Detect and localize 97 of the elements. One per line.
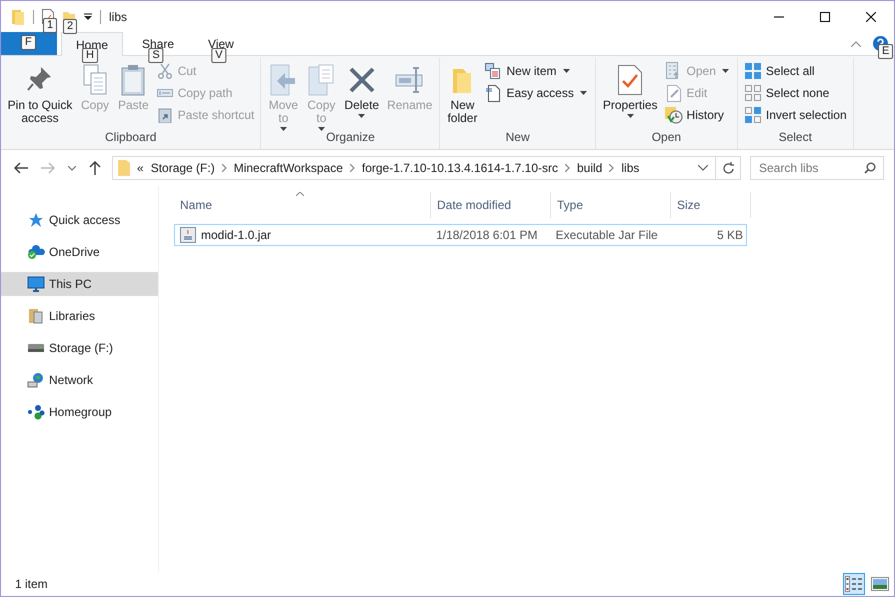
keytip: 2: [63, 18, 78, 34]
breadcrumb[interactable]: Storage (F:): [150, 161, 215, 175]
ribbon-button[interactable]: New folder: [443, 58, 482, 128]
star-icon: [28, 212, 44, 228]
move-icon: [269, 64, 298, 96]
address-bar[interactable]: « Storage (F:) MinecraftWorkspace forge-1.7.10-10.13.4.1614-1.7.10-src build libs: [112, 156, 741, 180]
file-row[interactable]: modid-1.0.jar 1/18/2018 6:01 PM Executable Jar File 5 KB: [174, 224, 747, 246]
select-all-icon: [744, 63, 761, 79]
group-label: Open: [652, 130, 682, 146]
ribbon-button[interactable]: Properties: [598, 58, 662, 123]
monitor-icon: [27, 276, 45, 292]
network-icon: [27, 372, 45, 388]
dropdown-caret-icon: [318, 127, 325, 131]
table-cell-text: 5 KB: [716, 228, 744, 242]
search-field[interactable]: Search libs: [750, 156, 884, 180]
scissors-icon: [156, 63, 173, 79]
group-label: New: [506, 130, 530, 146]
shortcut-icon: [156, 107, 173, 123]
library-icon: [28, 308, 44, 324]
cloud-icon: [27, 244, 45, 260]
chevron-icon[interactable]: [609, 164, 614, 172]
keytip: V: [211, 48, 227, 63]
large-icons-view-icon: [871, 577, 889, 591]
dropdown-caret-icon: [626, 114, 634, 118]
table-cell-text: Executable Jar File: [554, 228, 659, 242]
homegroup-icon: [27, 404, 45, 420]
keytip: H: [82, 48, 98, 63]
customize-toolbar-icon[interactable]: [84, 12, 92, 20]
ribbon-button[interactable]: Select none: [740, 82, 850, 104]
select-none-icon: [744, 85, 761, 101]
dropdown-caret-icon: [580, 91, 587, 95]
dropdown-icon[interactable]: [698, 165, 708, 171]
ribbon-button[interactable]: Invert selection: [740, 104, 850, 126]
clipboard-icon: [120, 64, 146, 96]
search-icon[interactable]: [864, 162, 876, 174]
group-label: Select: [778, 130, 812, 146]
jar-file-icon: [180, 227, 196, 243]
delete-icon: [348, 66, 376, 94]
ribbon-button[interactable]: Pin to Quick access: [4, 58, 76, 128]
breadcrumb[interactable]: libs: [621, 161, 640, 175]
details-view-button[interactable]: [843, 573, 865, 595]
breadcrumb[interactable]: build: [577, 161, 602, 175]
chevron-icon[interactable]: [565, 164, 570, 172]
edit-icon: [666, 84, 682, 102]
file-name: modid-1.0.jar: [201, 228, 272, 242]
group-label: Organize: [326, 130, 375, 146]
column-header[interactable]: Date modified: [431, 192, 551, 218]
collapse-ribbon-icon[interactable]: [851, 40, 861, 46]
dropdown-caret-icon: [358, 114, 366, 118]
new-item-icon: [485, 63, 502, 79]
nav-item[interactable]: This PC: [1, 272, 158, 296]
nav-item[interactable]: Network: [1, 368, 158, 392]
group-label: Clipboard: [105, 130, 156, 146]
ribbon-button[interactable]: New item: [481, 60, 592, 82]
ribbon-button[interactable]: Easy access: [481, 82, 592, 104]
keytip: S: [148, 48, 164, 63]
history-icon: [664, 106, 683, 124]
dropdown-caret-icon: [562, 69, 570, 73]
recent-locations-icon[interactable]: [68, 166, 76, 170]
copy-to-icon: [307, 64, 336, 96]
dropdown-caret-icon: [280, 127, 287, 131]
nav-item[interactable]: Libraries: [1, 304, 158, 328]
back-icon[interactable]: [14, 162, 28, 174]
properties-icon: [617, 64, 644, 96]
details-view-icon: [845, 576, 863, 592]
rename-icon: [394, 66, 425, 94]
folder-icon: [118, 160, 130, 176]
breadcrumb[interactable]: forge-1.7.10-10.13.4.1614-1.7.10-src: [362, 161, 558, 175]
refresh-icon[interactable]: [723, 162, 735, 174]
column-header[interactable]: Size: [671, 192, 751, 218]
keytip: 1: [43, 18, 58, 33]
nav-item[interactable]: Homegroup: [1, 400, 158, 424]
dropdown-caret-icon: [722, 69, 729, 73]
overflow-chevron[interactable]: «: [137, 161, 144, 175]
window-title: libs: [109, 10, 128, 24]
ribbon-button[interactable]: Select all: [740, 60, 850, 82]
chevron-icon[interactable]: [350, 164, 355, 172]
ribbon-button[interactable]: History: [662, 104, 734, 126]
nav-item[interactable]: OneDrive: [1, 240, 158, 264]
maximize-icon: [820, 12, 830, 22]
up-icon[interactable]: [89, 161, 101, 175]
keytip: E: [878, 44, 894, 59]
ribbon-button[interactable]: Delete: [340, 58, 384, 123]
column-header[interactable]: Name: [174, 192, 431, 218]
table-cell-text: 1/18/2018 6:01 PM: [435, 228, 538, 242]
breadcrumb[interactable]: MinecraftWorkspace: [234, 161, 343, 175]
drive-icon: [28, 344, 44, 352]
invert-selection-icon: [744, 107, 761, 123]
close-icon: [866, 12, 876, 22]
item-count: 1 item: [15, 577, 48, 591]
chevron-icon[interactable]: [222, 164, 227, 172]
copy-icon: [82, 64, 108, 96]
keytip: F: [21, 35, 36, 50]
nav-item[interactable]: Storage (F:): [1, 336, 158, 360]
nav-item[interactable]: Quick access: [1, 208, 158, 232]
document-icon: [485, 84, 502, 102]
column-header[interactable]: Type: [551, 192, 671, 218]
